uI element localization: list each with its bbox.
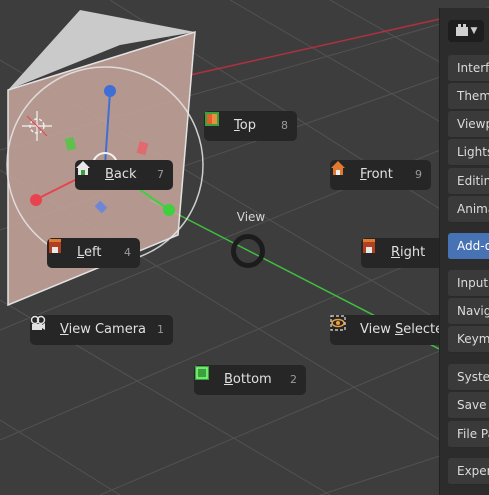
pie-item-bottom-shortcut: 2: [290, 373, 297, 386]
sidebar-item-animation[interactable]: Animation: [448, 196, 489, 223]
view-left-icon: [49, 239, 71, 261]
view-right-icon: [363, 239, 385, 261]
sidebar-item-lights[interactable]: Lights: [448, 139, 489, 166]
gizmo-z-handle[interactable]: [104, 85, 116, 97]
pie-menu-center-ring: [231, 234, 265, 268]
gizmo-x-handle[interactable]: [30, 194, 42, 206]
3d-viewport[interactable]: View Top 8 Back 7 Front 9 Left 4 Right V…: [0, 0, 489, 495]
sidebar-item-editing[interactable]: Editing: [448, 168, 489, 195]
sidebar-item-navigation[interactable]: Navigation: [448, 298, 489, 325]
sidebar-item-save-load[interactable]: Save & Load: [448, 392, 489, 419]
sidebar-item-themes[interactable]: Themes: [448, 83, 489, 110]
sidebar-item-interface[interactable]: Interface: [448, 55, 489, 82]
chevron-down-icon: ▼: [470, 26, 478, 36]
pie-menu-title: View: [236, 210, 266, 224]
pie-item-bottom[interactable]: Bottom 2: [194, 365, 306, 395]
sidebar-item-input[interactable]: Input: [448, 270, 489, 297]
editor-type-icon: [455, 22, 469, 41]
camera-icon: [30, 315, 54, 338]
editor-type-dropdown[interactable]: ▼: [448, 20, 484, 42]
pie-item-front-label: Front: [360, 167, 393, 182]
pie-item-top[interactable]: Top 8: [204, 111, 297, 141]
pie-item-right-label: Right: [391, 245, 426, 260]
sidebar-item-file-paths[interactable]: File Paths: [448, 421, 489, 448]
sidebar-item-keymap[interactable]: Keymap: [448, 326, 489, 353]
pie-item-left-shortcut: 4: [124, 246, 131, 259]
pie-item-back-label: Back: [105, 167, 137, 182]
sidebar-item-system[interactable]: System: [448, 364, 489, 391]
pie-item-front-shortcut: 9: [415, 168, 422, 181]
pie-item-view-camera-shortcut: 1: [157, 323, 164, 336]
pie-item-top-label: Top: [234, 118, 256, 133]
preferences-sidebar: ▼ Interface Themes Viewport Lights Editi…: [439, 8, 489, 495]
pie-item-view-camera-label: View Camera: [60, 322, 146, 337]
pie-item-bottom-label: Bottom: [224, 372, 272, 387]
view-back-icon: [76, 161, 99, 183]
pie-item-back-shortcut: 7: [157, 168, 164, 181]
pie-item-back[interactable]: Back 7: [75, 160, 173, 190]
sidebar-item-experimental[interactable]: Experimental: [448, 458, 489, 485]
gizmo-y-handle[interactable]: [163, 204, 175, 216]
eye-icon: [330, 315, 354, 338]
view-front-icon: [331, 161, 354, 183]
view-bottom-icon: [195, 366, 218, 388]
pie-item-front[interactable]: Front 9: [330, 160, 431, 190]
view-top-icon: [205, 112, 228, 134]
pie-item-left-label: Left: [77, 245, 102, 260]
pie-item-top-shortcut: 8: [281, 119, 288, 132]
sidebar-item-add-ons[interactable]: Add-ons: [448, 233, 489, 260]
sidebar-item-viewport[interactable]: Viewport: [448, 111, 489, 138]
pie-item-view-camera[interactable]: View Camera 1: [30, 315, 173, 345]
pie-item-left[interactable]: Left 4: [47, 238, 140, 268]
